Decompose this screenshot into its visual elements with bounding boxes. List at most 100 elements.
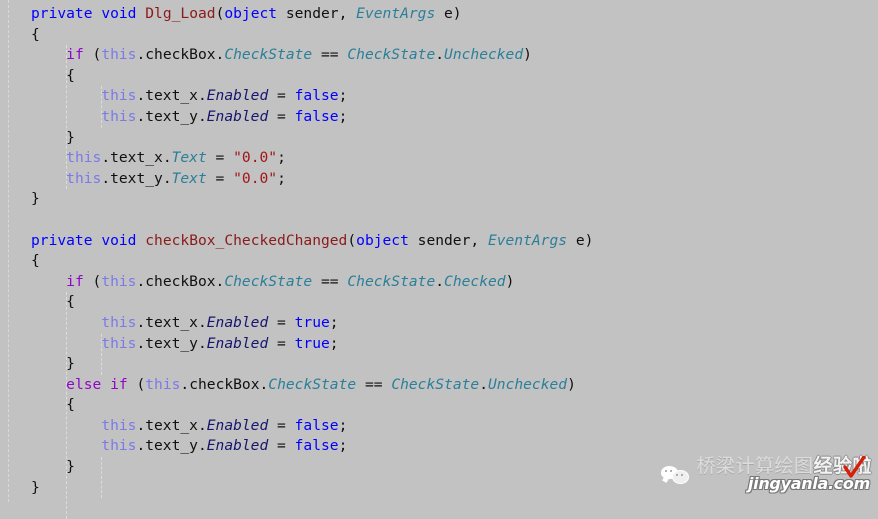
watermark-title-normal: 桥梁计算绘图 — [696, 455, 814, 477]
code-line: else if (this.checkBox.CheckState == Che… — [31, 375, 593, 396]
code-line: this.text_y.Enabled = true; — [31, 334, 593, 355]
code-token: private — [31, 5, 93, 22]
code-token: object — [356, 231, 409, 249]
code-token: this — [101, 107, 137, 125]
code-block[interactable]: private void Dlg_Load(object sender, Eve… — [31, 4, 593, 498]
watermark-text: 桥梁计算绘图经验啦 jingyanla.com — [696, 456, 872, 494]
code-line: { — [31, 66, 593, 87]
code-line: } — [31, 128, 593, 149]
code-token: e) — [435, 5, 462, 22]
code-token: false — [294, 107, 339, 125]
code-token: this — [101, 334, 137, 352]
code-token: .text_x. — [101, 149, 172, 167]
code-line: if (this.checkBox.CheckState == CheckSta… — [31, 272, 593, 293]
code-token: void — [101, 5, 137, 22]
code-token: ; — [277, 149, 286, 167]
code-token: true — [294, 313, 330, 331]
code-token: = — [268, 107, 295, 125]
code-line: } — [31, 457, 593, 478]
code-token: this — [101, 46, 137, 64]
watermark-row: 桥梁计算绘图经验啦 jingyanla.com — [661, 456, 872, 493]
code-token: Text — [171, 149, 207, 167]
code-token: CheckState — [268, 375, 357, 393]
code-line: private void checkBox_CheckedChanged(obj… — [31, 231, 593, 252]
code-token: = — [268, 87, 295, 105]
code-token: sender, — [277, 5, 357, 22]
code-token: ( — [83, 272, 102, 290]
code-line: { — [31, 251, 593, 272]
code-line: this.text_x.Enabled = false; — [31, 416, 593, 437]
code-token: ( — [347, 231, 357, 249]
code-token: .text_y. — [101, 169, 172, 187]
code-token: ; — [338, 437, 348, 455]
code-token: Checked — [444, 272, 506, 290]
code-token: if — [66, 46, 84, 64]
code-token: else — [66, 375, 102, 393]
code-token: private — [31, 231, 93, 249]
code-token: ; — [338, 107, 348, 125]
code-token: this — [145, 375, 181, 393]
code-token: .checkBox. — [180, 375, 269, 393]
code-line: { — [31, 292, 593, 313]
code-token: ) — [567, 375, 576, 393]
code-token: } — [66, 128, 75, 146]
code-line: { — [31, 395, 593, 416]
code-line: private void Dlg_Load(object sender, Eve… — [31, 4, 593, 25]
code-token: ( — [83, 46, 102, 64]
code-token: EventArgs — [356, 5, 436, 22]
code-token: CheckState — [224, 46, 313, 64]
code-token: this — [66, 169, 102, 187]
code-token: .text_x. — [136, 313, 207, 331]
watermark-url: jingyanla.com — [747, 474, 870, 493]
code-token: Enabled — [206, 334, 269, 352]
watermark-title-strong: 经验啦 — [813, 455, 872, 477]
code-token: this — [101, 416, 137, 434]
code-token: this — [101, 313, 137, 331]
code-token: false — [294, 416, 339, 434]
code-token: sender, — [408, 231, 488, 249]
code-token: . — [479, 375, 488, 393]
code-token: if — [66, 272, 84, 290]
code-token: ; — [338, 87, 348, 105]
watermark: 桥梁计算绘图经验啦 jingyanla.com — [661, 456, 872, 500]
code-token: } — [31, 190, 40, 208]
code-line: } — [31, 354, 593, 375]
code-token: ; — [277, 169, 286, 187]
code-token: { — [66, 293, 75, 311]
code-token: ; — [329, 334, 339, 352]
code-line: this.text_y.Text = "0.0"; — [31, 169, 593, 190]
code-editor: private void Dlg_Load(object sender, Eve… — [0, 0, 878, 519]
code-token: Unchecked — [488, 375, 568, 393]
code-token: checkBox_CheckedChanged — [145, 231, 348, 249]
code-token: CheckState — [347, 46, 436, 64]
code-token: == — [312, 46, 348, 64]
code-line: { — [31, 25, 593, 46]
code-token: CheckState — [347, 272, 436, 290]
code-token: { — [66, 66, 75, 84]
code-line: this.text_x.Text = "0.0"; — [31, 148, 593, 169]
code-token: = — [268, 416, 295, 434]
watermark-title: 桥梁计算绘图经验啦 — [696, 456, 872, 477]
code-token: false — [294, 87, 339, 105]
code-line: this.text_x.Enabled = true; — [31, 313, 593, 334]
code-token: .text_x. — [136, 416, 207, 434]
code-token: { — [31, 25, 40, 43]
code-line: } — [31, 478, 593, 499]
